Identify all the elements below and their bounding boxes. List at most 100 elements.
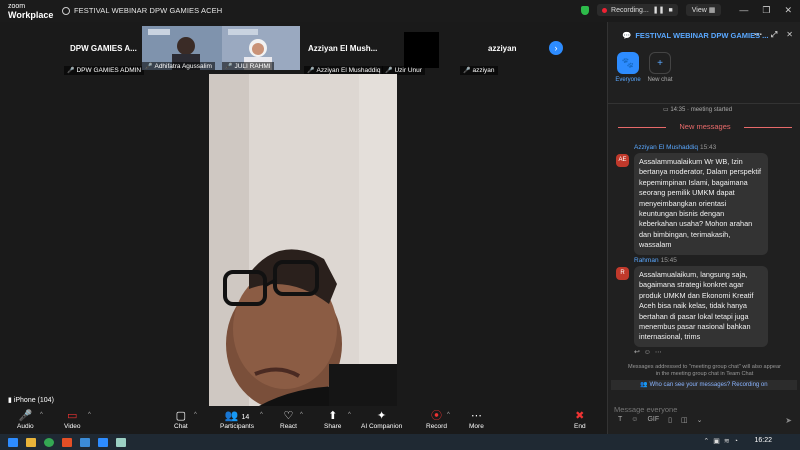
plus-icon: + [649,52,671,74]
people-icon: 🐾 [617,52,639,74]
signal-bars-icon: ▮ [8,397,12,404]
screenshot-icon[interactable]: ◫ [681,416,688,424]
meeting-title: FESTIVAL WEBINAR DPW GAMIES ACEH [62,6,222,16]
speaker-video-image [209,74,397,406]
video-button[interactable]: ▭ Video [64,409,81,430]
share-button[interactable]: ⬆ Share [324,409,341,430]
grid-icon: ▦ [708,7,716,14]
sparkle-icon: ✦ [376,410,387,422]
chat-tabs: 🐾 Everyone + New chat [608,48,800,104]
emoji-icon[interactable]: ☺ [644,349,651,356]
minimize-icon[interactable]: — [739,5,748,16]
title-bar: zoom Workplace FESTIVAL WEBINAR DPW GAMI… [0,0,800,22]
chat-message[interactable]: R Rahman 15:45 Assalamualaikum, langsung … [616,257,796,347]
new-messages-divider: New messages [618,122,792,131]
reply-icon[interactable]: ↩ [634,349,640,356]
mic-muted-icon: 🎤 [225,64,233,70]
name-tag: 🎤 DPW GAMIES ADMIN [64,66,145,75]
record-dot-icon [602,7,608,13]
view-button[interactable]: View ▦ [685,4,722,16]
close-icon[interactable]: ✕ [784,5,792,16]
participants-button[interactable]: 👥 14 Participants [220,409,254,430]
more-options-icon[interactable]: ⋯ [754,30,762,40]
send-icon[interactable]: ➤ [785,416,792,425]
chat-options-chevron-icon[interactable]: ^ [194,412,197,418]
chat-icon: 💬 [622,30,632,40]
maximize-icon[interactable]: ❐ [762,5,770,16]
security-shield-icon[interactable] [581,5,590,15]
taskbar-clock[interactable]: 16:22 [754,437,772,444]
react-button[interactable]: ♡ React [280,409,297,430]
stop-icon[interactable]: ■ [669,7,673,14]
app-icon[interactable] [116,437,126,447]
more-dots-icon[interactable]: ⋯ [655,349,662,356]
emoji-icon[interactable]: ☺ [631,416,638,424]
message-sender: Rahman 15:45 [634,257,677,264]
audio-button[interactable]: 🎤 Audio [17,409,34,430]
chat-panel: 💬 FESTIVAL WEBINAR DPW GAMIES ... ⋯ ⤢ ✕ … [607,22,800,434]
chat-message[interactable]: AE Azziyan El Mushaddiq 15:43 Assalammual… [616,144,796,256]
message-text: Assalamualaikum, langsung saja, bagaiman… [634,266,768,347]
heart-icon: ♡ [283,410,294,422]
app-icon[interactable] [80,437,90,447]
end-call-icon: ✖ [575,410,585,422]
mic-muted-icon: 🎤 [67,68,75,74]
file-icon[interactable]: ▯ [668,416,672,424]
participant-tile[interactable]: azziyan 🎤 azziyan [460,26,530,75]
participants-icon: 👥 14 [224,410,250,422]
participant-video-thumb[interactable]: 🎤 Adhifatra Agussalim 🎤 JULI RAHMI [142,26,300,70]
recording-indicator[interactable]: Recording... ❚❚ ■ [597,4,678,16]
info-icon[interactable] [62,7,70,16]
close-chat-icon[interactable]: ✕ [786,30,793,40]
name-tag: 🎤 JULI RAHMI [222,62,274,70]
gallery-strip: DPW GAMIES A... 🎤 DPW GAMIES ADMIN 🎤 Adhif… [0,22,606,75]
who-can-see-link[interactable]: 👥 Who can see your messages? Recording o… [611,380,797,390]
more-chevron-icon[interactable]: ⌄ [697,416,703,424]
record-icon: ⦿ [430,410,442,422]
audio-options-chevron-icon[interactable]: ^ [40,412,43,418]
popout-icon[interactable]: ⤢ [771,30,777,40]
participant-tile[interactable]: 🎤 Uzir Unur [382,26,442,75]
chrome-icon[interactable] [44,437,54,447]
zoom-logo: zoom Workplace [8,3,54,20]
chat-icon: ▭ [663,107,669,113]
record-options-chevron-icon[interactable]: ^ [447,412,450,418]
ai-companion-button[interactable]: ✦ AI Companion [361,409,402,430]
participant-tile[interactable]: DPW GAMIES A... 🎤 DPW GAMIES ADMIN [60,26,145,75]
avatar: AE [616,154,629,167]
app-icon[interactable] [62,437,72,447]
chat-bubble-icon: ▢ [175,410,187,422]
chat-button[interactable]: ▢ Chat [174,409,188,430]
chevron-right-icon: › [554,43,558,53]
message-actions: ↩ ☺ ⋯ [634,348,662,356]
chat-messages: ▭ 14:35 · meeting started New messages A… [608,104,800,374]
system-tray[interactable]: ⌃▣≋◔ [703,437,742,445]
end-button[interactable]: ✖ End [574,409,586,430]
os-taskbar: ⌃▣≋◔ 16:22 [0,434,800,450]
share-options-chevron-icon[interactable]: ^ [348,412,351,418]
zoom-taskbar-icon[interactable] [98,437,108,447]
video-options-chevron-icon[interactable]: ^ [88,412,91,418]
people-icon: 👥 [640,382,648,388]
record-button[interactable]: ⦿ Record [426,409,447,430]
text-format-icon[interactable]: T [618,416,622,424]
message-text: Assalammualaikum Wr WB, Izin bertanya mo… [634,153,768,255]
name-tag: 🎤 Adhifatra Agussalim [142,62,215,70]
windows-start-icon[interactable] [8,437,18,447]
share-screen-icon: ⬆ [328,410,338,422]
pause-icon[interactable]: ❚❚ [653,6,665,14]
chat-input-toolbar: T ☺ GIF ▯ ◫ ⌄ [618,416,702,424]
file-explorer-icon[interactable] [26,437,36,447]
participants-options-chevron-icon[interactable]: ^ [260,412,263,418]
more-button[interactable]: ⋯ More [469,409,484,430]
tab-everyone[interactable]: 🐾 Everyone [614,52,642,83]
tab-new-chat[interactable]: + New chat [646,52,674,83]
chat-header: 💬 FESTIVAL WEBINAR DPW GAMIES ... ⋯ ⤢ ✕ [622,30,793,40]
gallery-next-button[interactable]: › [549,41,563,55]
active-speaker-video[interactable] [209,74,397,406]
more-dots-icon: ⋯ [470,410,482,422]
meeting-controls: 🎤 Audio ^ ▭ Video ^ ▢ Chat ^ 👥 14 Participan… [0,406,606,434]
react-options-chevron-icon[interactable]: ^ [300,412,303,418]
meeting-stage: DPW GAMIES A... 🎤 DPW GAMIES ADMIN 🎤 Adhif… [0,22,606,406]
gif-icon[interactable]: GIF [647,416,659,424]
